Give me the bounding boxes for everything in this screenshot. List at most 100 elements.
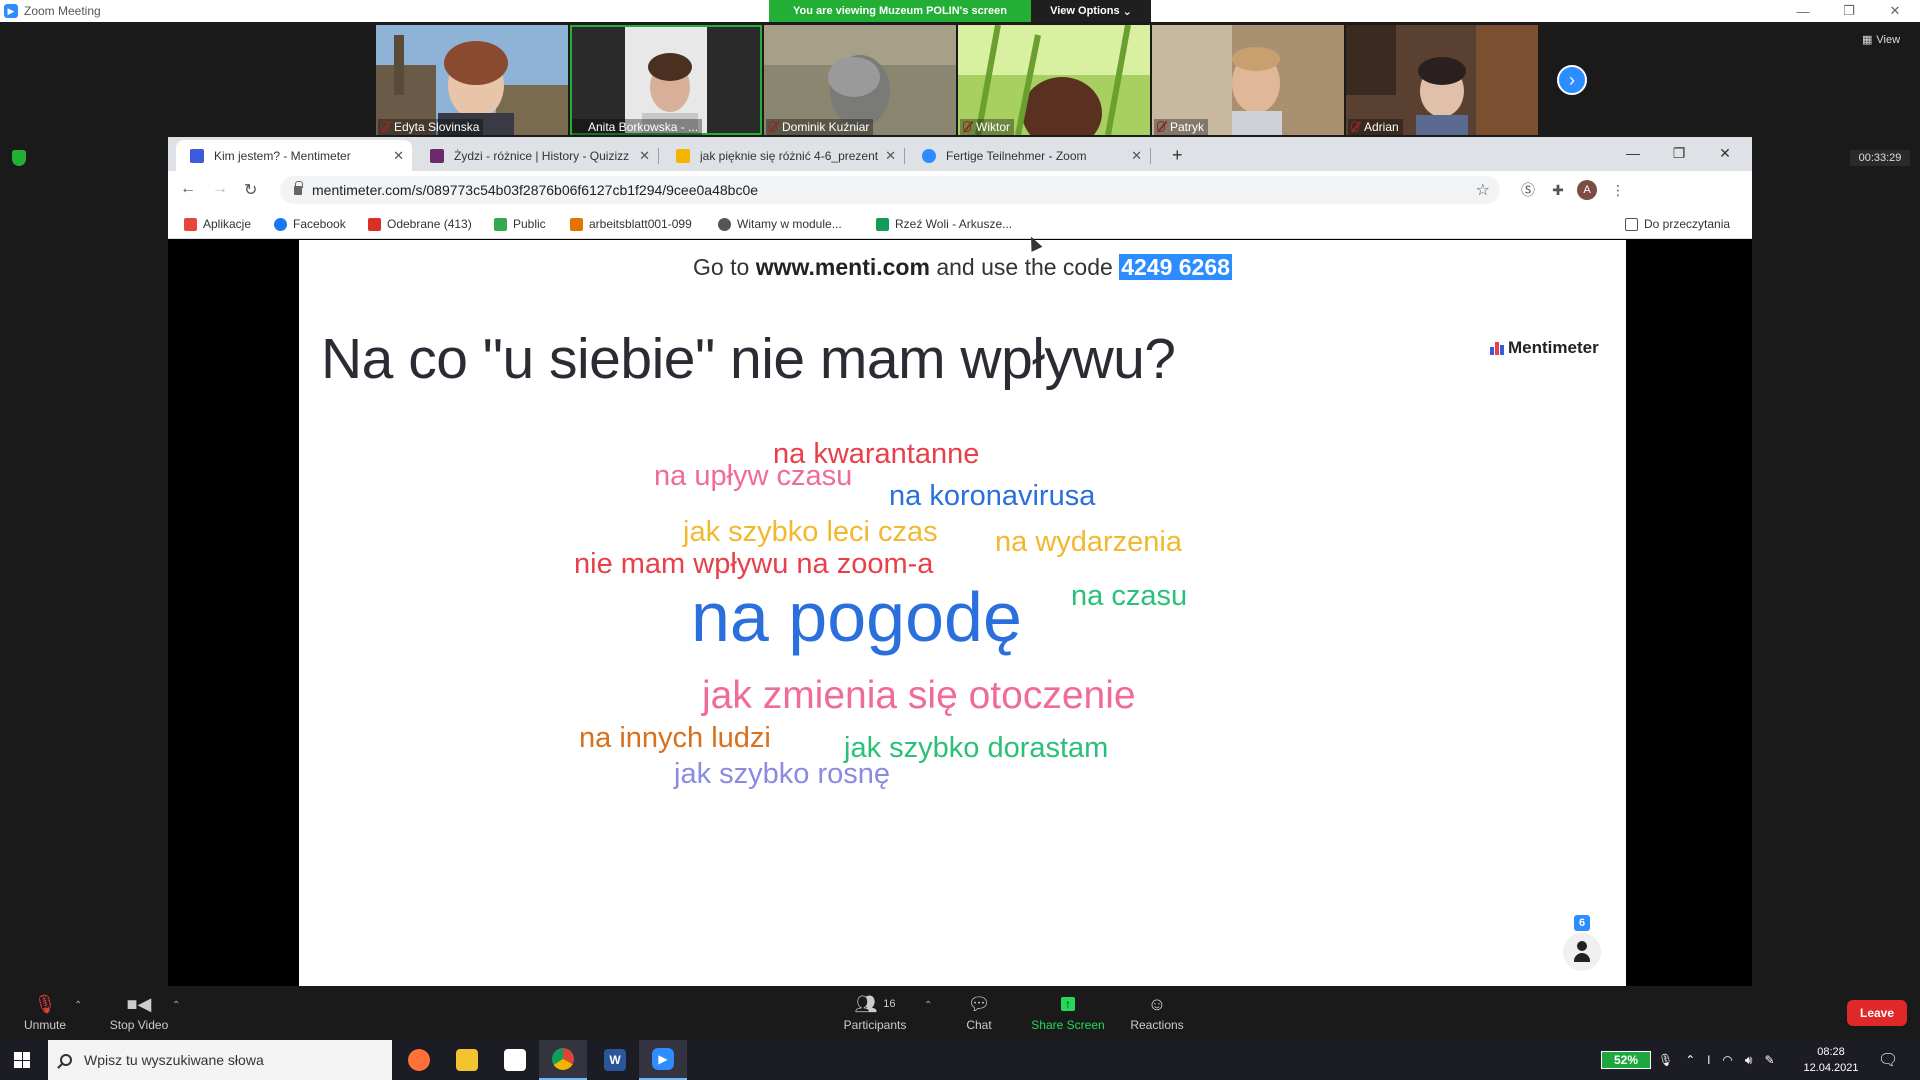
chat-button[interactable]: 💬︎ Chat	[934, 992, 1024, 1033]
show-hidden-icons-chevron-icon[interactable]: ⌃	[1685, 1053, 1695, 1067]
participant-tile[interactable]: Wiktor	[958, 25, 1150, 135]
chevron-right-icon: ›	[1569, 69, 1575, 90]
windows-taskbar: Wpisz tu wyszukiwane słowa W ▶ 52% 🎙︎ ⌃ …	[0, 1040, 1920, 1080]
mentimeter-favicon-icon	[190, 148, 204, 163]
participants-button[interactable]: 👥︎ 16 Participants	[830, 992, 920, 1033]
close-tab-icon[interactable]: ✕	[1131, 148, 1142, 164]
bookmark-witamy[interactable]: Witamy w module...	[718, 217, 842, 231]
word-cloud-item: jak szybko leci czas	[683, 516, 938, 548]
taskbar-clock[interactable]: 08:28 12.04.2021	[1800, 1044, 1862, 1076]
store-app-icon[interactable]	[491, 1040, 539, 1080]
back-arrow-icon[interactable]: ←	[180, 180, 196, 198]
bookmark-apps[interactable]: Aplikacje	[184, 217, 251, 231]
zoom-app-icon[interactable]: ▶	[639, 1040, 687, 1080]
tab-slides[interactable]: jak pięknie się różnić 4-6_prezent ✕	[662, 140, 905, 171]
participant-tile[interactable]: Dominik Kuźniar	[764, 25, 956, 135]
participants-icon: 👥︎ 16	[854, 993, 896, 1014]
participant-name: Anita Borkowska - ...	[572, 119, 703, 135]
mentimeter-logo-icon	[1490, 341, 1504, 355]
participant-tile[interactable]: Adrian	[1346, 25, 1538, 135]
volume-icon[interactable]: 🔊︎	[1745, 1053, 1753, 1068]
minimize-icon[interactable]: —	[1780, 0, 1826, 22]
grid-icon: ▦	[1862, 34, 1873, 46]
file-explorer-app-icon[interactable]	[443, 1040, 491, 1080]
lock-icon	[294, 180, 303, 195]
reload-icon[interactable]: ↻	[244, 180, 257, 200]
new-tab-plus-icon[interactable]: +	[1172, 145, 1183, 166]
address-bar[interactable]: mentimeter.com/s/089773c54b03f2876b06f61…	[280, 176, 1500, 204]
word-cloud-item: na pogodę	[691, 578, 1022, 656]
close-tab-icon[interactable]: ✕	[393, 148, 404, 164]
unmute-button[interactable]: 🎙︎ Unmute	[0, 992, 90, 1033]
participants-person-icon	[1563, 933, 1601, 971]
view-button[interactable]: ▦ View	[1862, 33, 1900, 47]
word-app-icon[interactable]: W	[591, 1040, 639, 1080]
next-page-button[interactable]: ›	[1557, 65, 1587, 95]
extensions-puzzle-icon[interactable]: ✚	[1548, 180, 1568, 200]
apps-grid-icon	[184, 217, 197, 231]
wifi-icon[interactable]: ◠	[1722, 1053, 1732, 1067]
bookmark-star-icon[interactable]: ☆	[1476, 180, 1490, 200]
mentimeter-slide: Go to www.menti.com and use the code 424…	[299, 240, 1626, 986]
battery-indicator[interactable]: 52%	[1601, 1051, 1651, 1069]
bookmark-rzez-woli[interactable]: Rzeź Woli - Arkusze...	[876, 217, 1012, 231]
microphone-icon[interactable]: 🎙︎	[1658, 1053, 1673, 1067]
browser-restore-icon[interactable]: ❐	[1656, 141, 1702, 165]
leave-button[interactable]: Leave	[1847, 1000, 1907, 1026]
menu-kebab-icon[interactable]: ⋮	[1608, 180, 1628, 200]
reading-list-icon	[1625, 217, 1638, 231]
word-cloud-item: na czasu	[1071, 580, 1188, 612]
restore-icon[interactable]: ❐	[1826, 0, 1872, 22]
firefox-app-icon[interactable]	[395, 1040, 443, 1080]
gmail-icon	[368, 217, 381, 231]
taskbar-search-box[interactable]: Wpisz tu wyszukiwane słowa	[48, 1040, 392, 1080]
tab-quizizz[interactable]: Żydzi - różnice | History - Quizizz ✕	[416, 140, 659, 171]
audio-options-caret-icon[interactable]: ⌃	[74, 1000, 82, 1011]
participant-tile-active[interactable]: Anita Borkowska - ...	[570, 25, 762, 135]
share-screen-button[interactable]: ↑ Share Screen	[1023, 992, 1113, 1032]
globe-icon	[718, 217, 731, 231]
stop-video-button[interactable]: ■◀ Stop Video	[94, 992, 184, 1033]
chrome-app-icon[interactable]	[539, 1040, 587, 1080]
word-cloud-item: na koronavirusa	[889, 480, 1096, 512]
zoom-window-title: Zoom Meeting	[24, 4, 101, 18]
zoom-favicon-icon	[922, 148, 936, 163]
notifications-icon[interactable]: 🗨︎	[1878, 1040, 1898, 1080]
pen-icon[interactable]: ✎	[1764, 1053, 1774, 1067]
mic-tray-icon[interactable]: ǀ	[1707, 1053, 1710, 1067]
forward-arrow-icon[interactable]: →	[212, 180, 228, 198]
browser-minimize-icon[interactable]: —	[1610, 141, 1656, 165]
bookmark-public[interactable]: Public	[494, 217, 546, 231]
view-options-button[interactable]: View Options ⌄	[1031, 0, 1151, 22]
reading-list[interactable]: Do przeczytania	[1625, 217, 1730, 231]
share-banner: You are viewing Muzeum POLIN's screen Vi…	[769, 0, 1151, 22]
bookmark-facebook[interactable]: Facebook	[274, 217, 346, 231]
browser-close-icon[interactable]: ✕	[1702, 141, 1748, 165]
slide-question: Na co "u siebie" nie mam wpływu?	[321, 327, 1176, 391]
participants-caret-icon[interactable]: ⌃	[924, 1000, 932, 1011]
reactions-button[interactable]: ☺︎ Reactions	[1112, 992, 1202, 1033]
bookmark-arbeitsblatt[interactable]: arbeitsblatt001-099	[570, 217, 692, 231]
tab-zoom[interactable]: Fertige Teilnehmer - Zoom ✕	[908, 140, 1151, 171]
word-cloud-item: na innych ludzi	[579, 722, 771, 754]
browser-window: Kim jestem? - Mentimeter ✕ Żydzi - różni…	[168, 137, 1752, 986]
close-tab-icon[interactable]: ✕	[639, 148, 650, 164]
participant-name: Dominik Kuźniar	[766, 119, 874, 135]
mentimeter-brand: Mentimeter	[1490, 338, 1599, 358]
slides-favicon-icon	[676, 148, 690, 163]
participant-name: Adrian	[1348, 119, 1403, 135]
participant-tile[interactable]: Patryk	[1152, 25, 1344, 135]
participant-tile[interactable]: Edyta Slovinska	[376, 25, 568, 135]
close-icon[interactable]: ✕	[1872, 0, 1918, 22]
security-shield-icon[interactable]	[12, 150, 26, 166]
bookmark-gmail[interactable]: Odebrane (413)	[368, 217, 472, 231]
windows-start-icon[interactable]	[14, 1052, 30, 1068]
video-options-caret-icon[interactable]: ⌃	[172, 1000, 180, 1011]
word-cloud-item: jak zmienia się otoczenie	[702, 674, 1136, 717]
close-tab-icon[interactable]: ✕	[885, 148, 896, 164]
profile-avatar[interactable]: A	[1577, 180, 1597, 200]
skype-extension-icon[interactable]: Ⓢ	[1518, 180, 1538, 200]
video-gallery: Edyta Slovinska Anita Borkowska - ... Do…	[376, 25, 1538, 135]
tab-mentimeter[interactable]: Kim jestem? - Mentimeter ✕	[176, 140, 412, 171]
bookmarks-bar: Aplikacje Facebook Odebrane (413) Public…	[168, 209, 1752, 239]
